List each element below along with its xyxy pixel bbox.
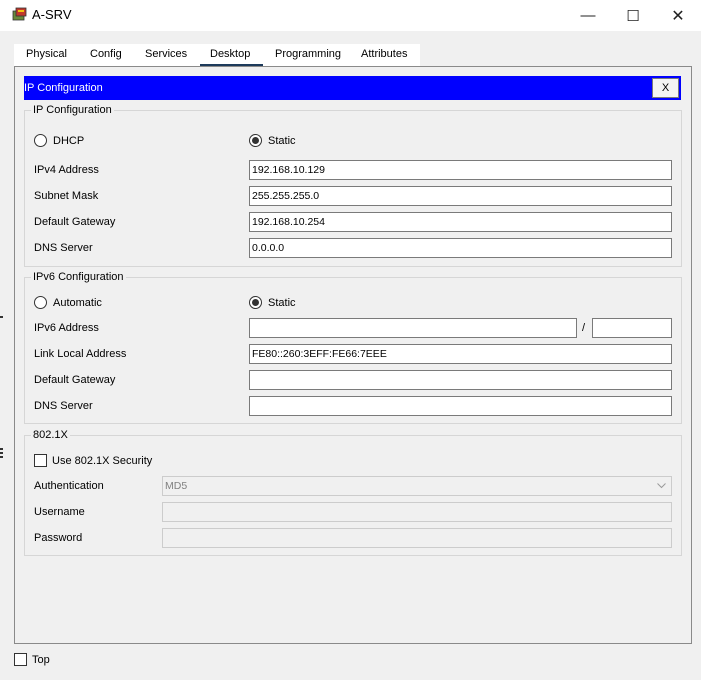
ipv6-gateway-input[interactable] [249, 370, 672, 390]
window-title: A-SRV [32, 7, 72, 22]
subnet-mask-label: Subnet Mask [34, 190, 99, 202]
ipv4-dns-input[interactable]: 0.0.0.0 [249, 238, 672, 258]
edge-marks [0, 316, 3, 460]
chevron-down-icon [657, 483, 666, 489]
edge-mark [0, 456, 3, 458]
use-8021x-label: Use 802.1X Security [52, 455, 153, 467]
ipv6-automatic-radio[interactable] [34, 296, 47, 309]
subnet-mask-input[interactable]: 255.255.255.0 [249, 186, 672, 206]
dot1x-group-legend: 802.1X [31, 429, 70, 441]
ipv4-static-label: Static [268, 135, 296, 147]
authentication-value: MD5 [165, 480, 188, 492]
ipv4-address-label: IPv4 Address [34, 164, 99, 176]
edge-mark [0, 448, 3, 450]
username-label: Username [34, 506, 85, 518]
link-local-input[interactable]: FE80::260:3EFF:FE66:7EEE [249, 344, 672, 364]
edge-mark [0, 316, 3, 318]
tab-attributes[interactable]: Attributes [351, 44, 417, 66]
ipv6-static-label: Static [268, 297, 296, 309]
ipv6-address-input[interactable] [249, 318, 577, 338]
ip-config-header-title: IP Configuration [24, 82, 103, 94]
dhcp-label: DHCP [53, 135, 85, 147]
top-label: Top [32, 654, 50, 666]
use-8021x-checkbox[interactable] [34, 454, 47, 467]
tab-physical[interactable]: Physical [16, 44, 77, 66]
close-window-button[interactable]: ✕ [655, 0, 701, 31]
password-input[interactable] [162, 528, 672, 548]
dhcp-radio[interactable] [34, 134, 47, 147]
tab-programming[interactable]: Programming [265, 44, 351, 66]
ipv6-static-radio[interactable] [249, 296, 262, 309]
ipv6-address-label: IPv6 Address [34, 322, 99, 334]
ipv6-prefix-input[interactable] [592, 318, 672, 338]
ipv4-address-input[interactable]: 192.168.10.129 [249, 160, 672, 180]
ipv6-dns-input[interactable] [249, 396, 672, 416]
top-checkbox[interactable] [14, 653, 27, 666]
ipv4-static-radio[interactable] [249, 134, 262, 147]
ipv6-automatic-label: Automatic [53, 297, 102, 309]
ipv4-group-legend: IP Configuration [31, 104, 114, 116]
ip-config-header-bar [24, 76, 681, 100]
tab-desktop[interactable]: Desktop [200, 44, 263, 67]
tab-config[interactable]: Config [80, 44, 132, 66]
authentication-label: Authentication [34, 480, 104, 492]
maximize-button[interactable]: ☐ [610, 0, 656, 31]
username-input[interactable] [162, 502, 672, 522]
ipv6-dns-label: DNS Server [34, 400, 93, 412]
ipv4-dns-label: DNS Server [34, 242, 93, 254]
authentication-select[interactable]: MD5 [162, 476, 672, 496]
ipv6-gateway-label: Default Gateway [34, 374, 116, 386]
ipv4-gateway-label: Default Gateway [34, 216, 116, 228]
tab-services[interactable]: Services [135, 44, 197, 66]
ipv6-group-legend: IPv6 Configuration [31, 271, 126, 283]
edge-mark [0, 452, 3, 454]
password-label: Password [34, 532, 83, 544]
close-ip-config-button[interactable]: X [652, 78, 679, 98]
minimize-button[interactable]: — [565, 0, 611, 31]
link-local-label: Link Local Address [34, 348, 127, 360]
server-app-icon [12, 7, 27, 21]
prefix-separator: / [582, 322, 586, 334]
ipv4-gateway-input[interactable]: 192.168.10.254 [249, 212, 672, 232]
